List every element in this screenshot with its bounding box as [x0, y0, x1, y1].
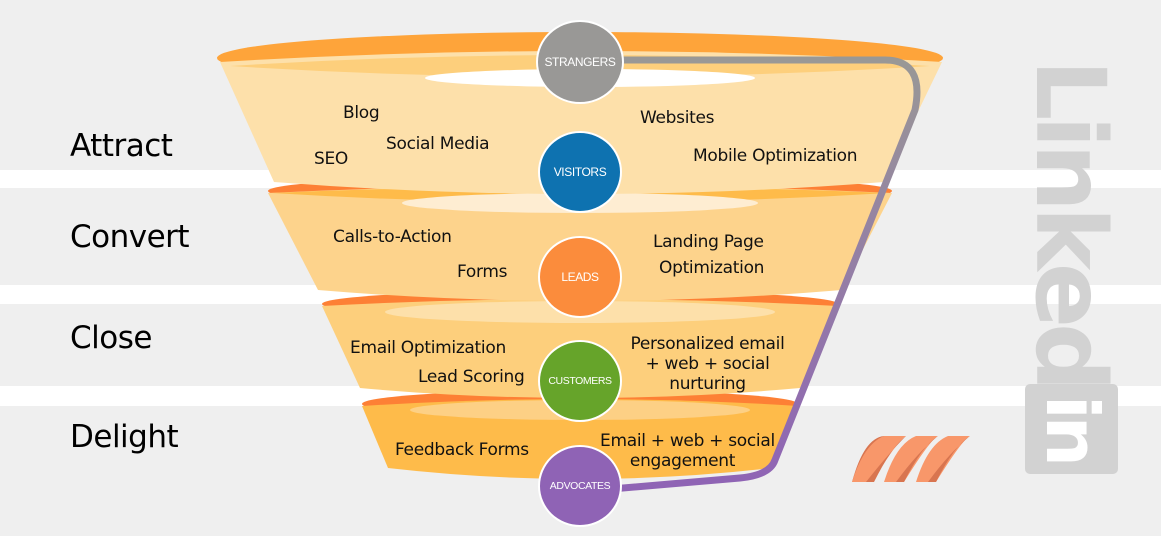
linkedin-wordmark-text: Linked — [1014, 58, 1126, 387]
linkedin-badge-text: in — [1029, 395, 1114, 463]
tactic-line: + web + social — [645, 354, 770, 374]
tactic-optimization: Optimization — [659, 258, 765, 278]
node-label: VISITORS — [553, 165, 607, 179]
node-visitors: VISITORS — [538, 131, 622, 213]
tactic-forms: Forms — [457, 262, 508, 282]
node-label: ADVOCATES — [549, 480, 611, 492]
tactic-landing-page: Landing Page — [653, 232, 764, 252]
tactic-email-optimization: Email Optimization — [350, 338, 506, 358]
node-advocates: ADVOCATES — [538, 445, 622, 527]
node-leads: LEADS — [538, 236, 622, 318]
stripes-logo-icon — [852, 436, 970, 482]
tactic-websites: Websites — [640, 108, 715, 128]
node-label: CUSTOMERS — [548, 375, 612, 387]
tactic-engagement: Email + web + social engagement — [600, 431, 775, 471]
linkedin-wordmark: Linked — [1014, 59, 1126, 387]
tactic-social-media: Social Media — [386, 134, 490, 154]
tactic-line: Personalized email — [630, 334, 785, 354]
tactic-blog: Blog — [343, 103, 380, 123]
tactic-line: nurturing — [669, 374, 746, 394]
node-customers: CUSTOMERS — [538, 340, 622, 422]
tactic-line: Email + web + social — [600, 431, 775, 451]
tactic-lead-scoring: Lead Scoring — [418, 367, 525, 387]
tactic-feedback-forms: Feedback Forms — [395, 440, 529, 460]
node-label: STRANGERS — [544, 55, 616, 69]
linkedin-badge-icon: in — [1025, 384, 1118, 474]
tactic-seo: SEO — [314, 149, 349, 169]
tactic-mobile-optimization: Mobile Optimization — [693, 146, 858, 166]
tactic-personalized-nurturing: Personalized email + web + social nurtur… — [620, 334, 795, 394]
node-label: LEADS — [561, 270, 599, 284]
node-strangers: STRANGERS — [536, 20, 624, 104]
tactic-line: engagement — [629, 451, 736, 471]
tactic-calls-to-action: Calls-to-Action — [333, 227, 452, 247]
